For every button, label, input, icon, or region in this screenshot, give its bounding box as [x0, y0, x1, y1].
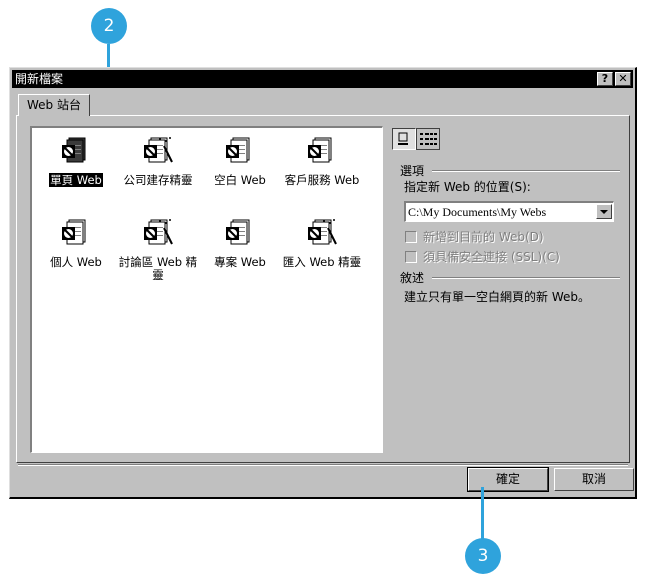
chevron-down-icon[interactable]: [596, 204, 612, 219]
callout-2: 2: [91, 8, 127, 44]
options-heading: 選項: [400, 164, 425, 178]
title-bar: 開新檔案 ? ✕: [12, 70, 633, 88]
template-label: 匯入 Web 精靈: [282, 255, 362, 269]
cancel-button[interactable]: 取消: [554, 468, 634, 491]
personal-web-icon: [60, 218, 92, 250]
template-item[interactable]: 匯入 Web 精靈: [280, 218, 364, 269]
project-web-icon: [224, 218, 256, 250]
template-item[interactable]: 客戶服務 Web: [280, 136, 364, 187]
description-text: 建立只有單一空白網頁的新 Web。: [404, 290, 590, 304]
callout-3-line: [481, 487, 484, 540]
template-label: 空白 Web: [214, 173, 266, 187]
add-to-current-label: 新增到目前的 Web(D): [423, 230, 544, 244]
template-label: 公司建存精靈: [123, 173, 193, 187]
template-item[interactable]: 單頁 Web: [34, 136, 118, 187]
description-heading: 敘述: [400, 271, 425, 285]
close-button[interactable]: ✕: [615, 72, 631, 86]
discussion-wizard-icon: [142, 218, 174, 250]
list-icon: [420, 133, 437, 145]
callout-3: 3: [465, 538, 501, 574]
secure-connection-label: 須具備安全連接 (SSL)(C): [423, 250, 560, 264]
template-label: 討論區 Web 精靈: [118, 255, 198, 282]
help-button[interactable]: ?: [597, 72, 613, 86]
import-wizard-icon: [306, 218, 338, 250]
large-icons-view-button[interactable]: [392, 128, 416, 150]
empty-web-icon: [224, 136, 256, 168]
location-combobox[interactable]: C:\My Documents\My Webs: [404, 201, 614, 222]
window-title: 開新檔案: [15, 72, 64, 86]
template-item[interactable]: 公司建存精靈: [116, 136, 200, 187]
location-label: 指定新 Web 的位置(S):: [404, 180, 531, 194]
list-view-button[interactable]: [416, 128, 440, 150]
template-label: 個人 Web: [50, 255, 102, 269]
customer-support-web-icon: [306, 136, 338, 168]
corporate-wizard-icon: [142, 136, 174, 168]
description-rule: [432, 277, 620, 279]
options-rule: [432, 170, 620, 172]
template-item[interactable]: 討論區 Web 精靈: [116, 218, 200, 282]
tab-web-sites[interactable]: Web 站台: [18, 94, 90, 116]
template-item[interactable]: 空白 Web: [198, 136, 282, 187]
template-list[interactable]: 單頁 Web 公司建存精靈 空白 Web 客戶服務 Web 個人 Web 討論區…: [30, 126, 383, 453]
add-to-current-checkbox[interactable]: [405, 231, 417, 243]
button-separator: [18, 464, 628, 466]
template-label: 單頁 Web: [49, 173, 103, 187]
template-label: 專案 Web: [214, 255, 266, 269]
new-file-dialog: 開新檔案 ? ✕ Web 站台 單頁 Web 公司建存精靈 空白 Web 客戶服…: [9, 67, 637, 499]
location-value: C:\My Documents\My Webs: [408, 205, 547, 219]
template-label: 客戶服務 Web: [284, 173, 360, 187]
large-icons-icon: [398, 132, 408, 145]
secure-connection-checkbox[interactable]: [405, 251, 417, 263]
template-item[interactable]: 專案 Web: [198, 218, 282, 269]
template-item[interactable]: 個人 Web: [34, 218, 118, 269]
ok-button[interactable]: 確定: [467, 467, 549, 492]
single-page-web-icon: [60, 136, 92, 168]
